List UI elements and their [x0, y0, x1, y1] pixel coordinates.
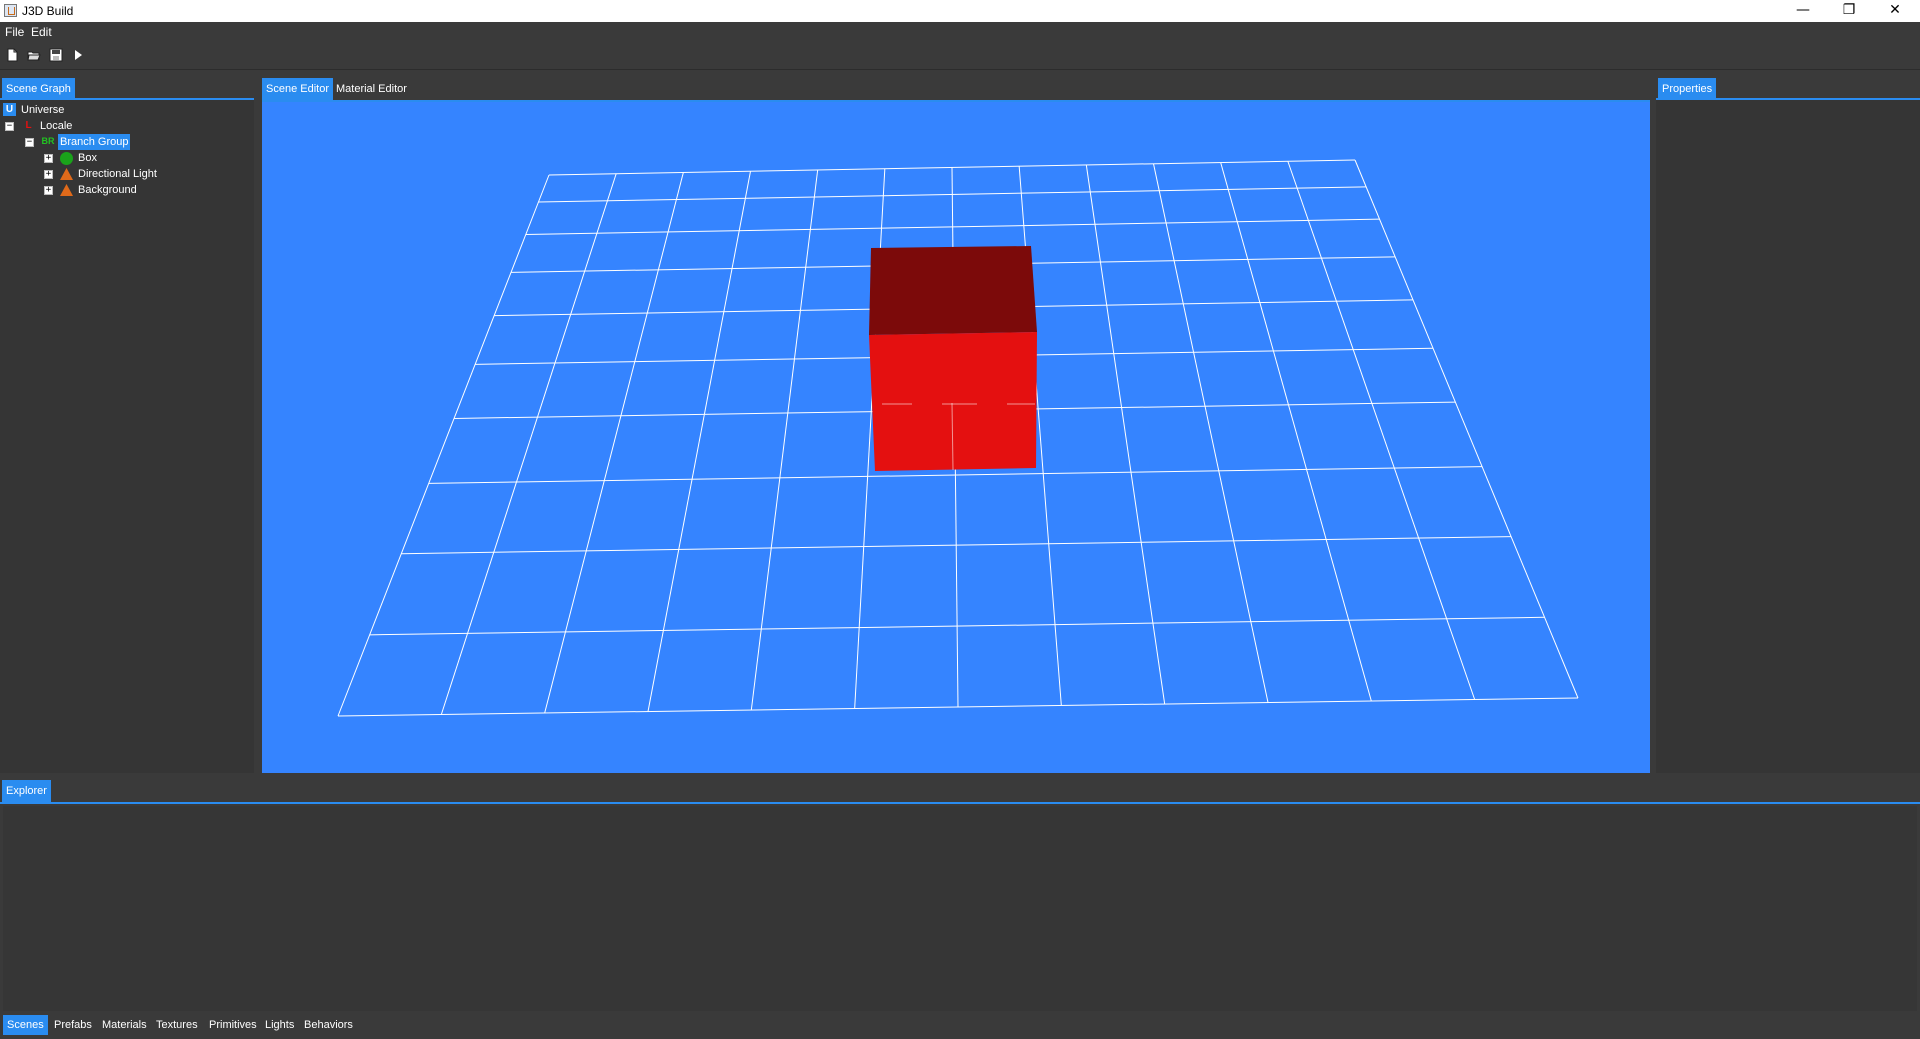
tab-scenes[interactable]: Scenes [3, 1015, 48, 1035]
grid-line [1220, 162, 1372, 702]
tab-behaviors[interactable]: Behaviors [300, 1015, 357, 1035]
tab-explorer[interactable]: Explorer [2, 780, 51, 802]
grid-line [1354, 159, 1579, 699]
properties-tabstrip: Properties [1656, 76, 1920, 100]
grid-line [1153, 163, 1269, 703]
red-box-mesh[interactable] [869, 246, 1037, 471]
box-top-face [869, 246, 1037, 335]
tab-prefabs[interactable]: Prefabs [50, 1015, 96, 1035]
new-file-icon[interactable] [5, 48, 19, 62]
tab-primitives[interactable]: Primitives [205, 1015, 261, 1035]
close-button[interactable]: ✕ [1872, 0, 1918, 22]
tab-lights[interactable]: Lights [261, 1015, 298, 1035]
tree-label-branch-group: Branch Group [58, 134, 131, 150]
tab-material-editor[interactable]: Material Editor [332, 78, 411, 100]
properties-panel: Properties [1656, 76, 1920, 773]
light-node-icon [60, 168, 73, 180]
tab-properties[interactable]: Properties [1658, 78, 1717, 100]
scene-viewport[interactable] [262, 102, 1650, 773]
shape-node-icon [60, 152, 73, 165]
collapse-branch-group-icon[interactable]: − [25, 138, 34, 147]
expand-box-icon[interactable]: + [44, 154, 53, 163]
menu-edit[interactable]: Edit [31, 25, 52, 39]
minimize-button[interactable]: — [1780, 0, 1826, 22]
tree-label-directional-light: Directional Light [78, 168, 157, 180]
tree-label-box: Box [78, 152, 97, 164]
tree-label-background: Background [78, 184, 137, 196]
restore-button[interactable]: ❐ [1826, 0, 1872, 22]
grid-line [337, 174, 550, 717]
collapse-locale-icon[interactable]: − [5, 122, 14, 131]
editor-tabstrip: Scene Editor Material Editor [262, 76, 1650, 102]
explorer-tabstrip: Explorer [0, 778, 1920, 804]
tab-scene-graph[interactable]: Scene Graph [2, 78, 75, 100]
explorer-content [3, 806, 1917, 1011]
branch-group-icon: BR [41, 136, 55, 146]
open-folder-icon[interactable] [27, 48, 41, 62]
explorer-category-tabs: Scenes Prefabs Materials Textures Primit… [0, 1013, 1920, 1039]
tab-scene-editor[interactable]: Scene Editor [262, 78, 333, 100]
locale-icon: L [25, 120, 32, 131]
universe-icon: U [3, 103, 16, 116]
grid-line [440, 173, 617, 715]
background-node-icon [60, 184, 73, 196]
grid-line [544, 172, 684, 714]
toolbar [0, 42, 1920, 70]
window-title: J3D Build [22, 4, 74, 18]
scene-3d-canvas[interactable] [262, 102, 1650, 773]
play-icon[interactable] [71, 48, 85, 62]
scene-graph-tabstrip: Scene Graph [0, 76, 254, 100]
tab-materials[interactable]: Materials [98, 1015, 151, 1035]
tab-textures[interactable]: Textures [152, 1015, 202, 1035]
tree-label-locale: Locale [40, 120, 73, 132]
menu-bar: File Edit [0, 22, 1920, 42]
java-app-icon [4, 4, 17, 17]
menu-file[interactable]: File [5, 25, 24, 39]
tree-label-universe: Universe [21, 104, 65, 116]
scene-graph-panel: Scene Graph U Universe − L Locale − BR B… [0, 76, 254, 773]
expand-background-icon[interactable]: + [44, 186, 53, 195]
expand-directional-light-icon[interactable]: + [44, 170, 53, 179]
save-icon[interactable] [49, 48, 63, 62]
title-bar: J3D Build — ❐ ✕ [0, 0, 1920, 22]
grid-line [1287, 161, 1476, 700]
